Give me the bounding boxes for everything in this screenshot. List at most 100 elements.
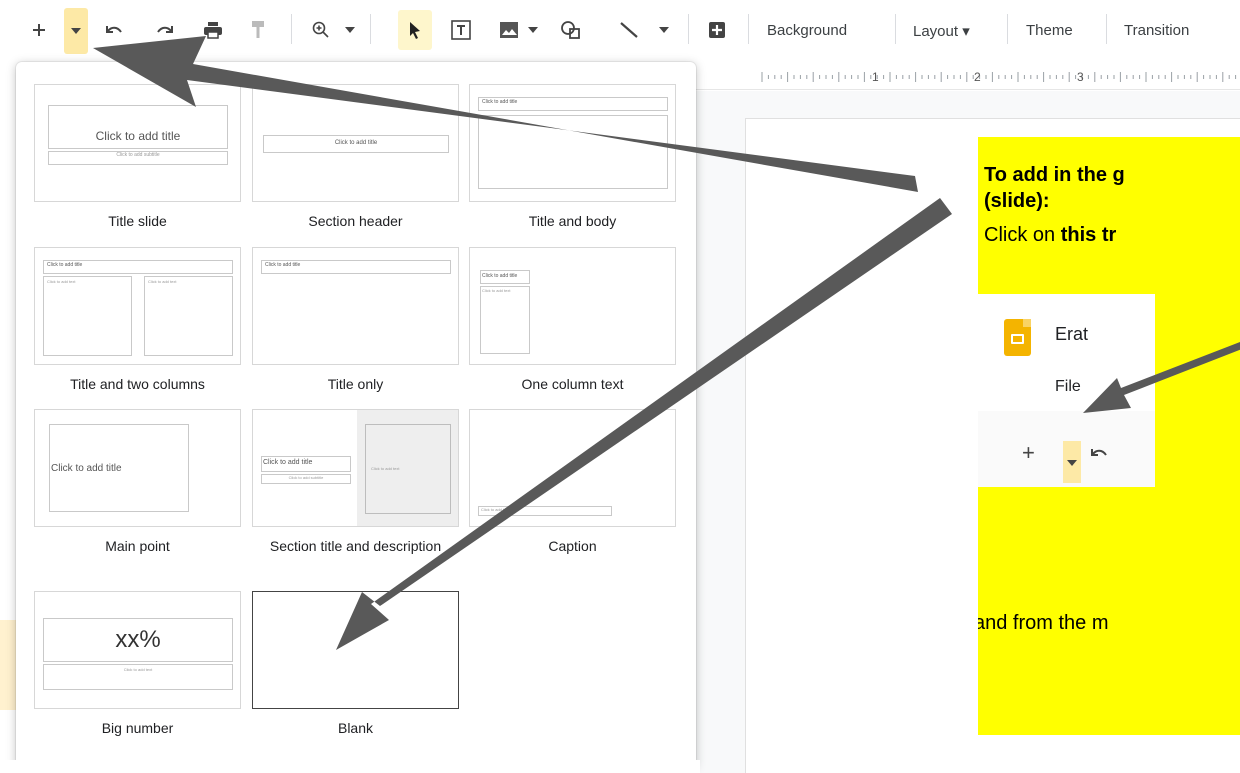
- image-dropdown-icon[interactable]: [526, 10, 540, 50]
- callout-instruction: Click on this tr: [984, 224, 1116, 247]
- layout-thumbnail: Click to add text Click to add title Cli…: [252, 409, 459, 527]
- layout-thumbnail: xx% Click to add text: [34, 591, 241, 709]
- subtitle-placeholder-text: Click to add subtitle: [288, 475, 324, 480]
- transition-button[interactable]: Transition: [1124, 22, 1189, 39]
- column-placeholder-text: Click to add text: [148, 279, 177, 284]
- callout-heading-line-2: (slide):: [984, 190, 1050, 212]
- layout-label: Section header: [308, 213, 403, 229]
- instruction-callout: To add in the g (slide): Click on this t…: [978, 137, 1240, 735]
- inset-document-name: Erat: [1055, 324, 1089, 344]
- callout-followup: and from the m: [978, 612, 1109, 634]
- layout-option-section-header[interactable]: Click to add title Section header: [252, 84, 459, 229]
- layout-button[interactable]: Layout ▾: [913, 22, 970, 40]
- layout-option-caption[interactable]: Click to add text Caption: [469, 409, 676, 554]
- zoom-dropdown-icon[interactable]: [342, 10, 358, 50]
- layout-option-one-column-text[interactable]: Click to add title Click to add text One…: [469, 247, 676, 392]
- title-placeholder-text: Click to add title: [47, 262, 83, 268]
- line-dropdown-icon[interactable]: [656, 10, 672, 50]
- toolbar-divider: [1106, 14, 1107, 44]
- title-placeholder-text: Click to add title: [265, 262, 301, 268]
- shape-icon[interactable]: [556, 10, 586, 50]
- layout-thumbnail: Click to add text: [469, 409, 676, 527]
- text-placeholder-text: Click to add text: [371, 466, 400, 471]
- body-placeholder: [478, 115, 668, 189]
- inset-plus-icon: +: [1022, 440, 1035, 465]
- menu-bottom-edge: [0, 760, 700, 773]
- redo-icon[interactable]: [152, 10, 178, 50]
- layout-label: Main point: [105, 538, 170, 554]
- image-icon[interactable]: [494, 10, 524, 50]
- layout-label: Section title and description: [269, 538, 442, 554]
- layout-label: Caption: [548, 538, 597, 554]
- column-placeholder: [43, 276, 132, 356]
- comment-icon[interactable]: [702, 10, 732, 50]
- layout-thumbnail: Click to add title Click to add text Cli…: [34, 247, 241, 365]
- line-icon[interactable]: [614, 10, 644, 50]
- toolbar-divider: [291, 14, 292, 44]
- toolbar: Background Layout ▾ Theme Transition: [0, 0, 1240, 64]
- layout-thumbnail: Click to add title: [34, 409, 241, 527]
- toolbar-divider: [688, 14, 689, 44]
- ruler-mark-2: 2: [974, 70, 981, 84]
- layout-thumbnail: Click to add title: [252, 84, 459, 202]
- title-placeholder-text: Click to add title: [482, 99, 518, 105]
- body-placeholder-text: Click to add text: [123, 667, 153, 672]
- layout-option-title-only[interactable]: Click to add title Title only: [252, 247, 459, 392]
- callout-heading: To add in the g (slide):: [984, 162, 1240, 214]
- layout-option-main-point[interactable]: Click to add title Main point: [34, 409, 241, 554]
- horizontal-ruler: 1 2 3: [696, 64, 1240, 90]
- callout-instruction-prefix: Click on: [984, 224, 1061, 246]
- select-cursor-icon[interactable]: [398, 10, 432, 50]
- layout-option-big-number[interactable]: xx% Click to add text Big number: [34, 591, 241, 736]
- layout-thumbnail: [252, 591, 459, 709]
- callout-instruction-bold: this tr: [1060, 224, 1117, 246]
- title-placeholder-text: Click to add title: [51, 463, 122, 474]
- layout-thumbnail: Click to add title: [252, 247, 459, 365]
- callout-heading-line-1: To add in the g: [984, 164, 1125, 186]
- zoomed-toolbar-inset: Erat File +: [978, 294, 1155, 487]
- layout-menu: Click to add title Click to add subtitle…: [16, 62, 696, 768]
- layout-label: Blank: [337, 720, 374, 736]
- ruler-mark-1: 1: [872, 70, 879, 84]
- background-button[interactable]: Background: [767, 22, 847, 39]
- layout-label: One column text: [521, 376, 624, 392]
- title-placeholder-text: Click to add title: [263, 459, 313, 466]
- column-placeholder: [144, 276, 233, 356]
- layout-option-title-and-two-columns[interactable]: Click to add title Click to add text Cli…: [34, 247, 241, 392]
- layout-option-blank[interactable]: Blank: [252, 591, 459, 736]
- toolbar-divider: [1007, 14, 1008, 44]
- plus-icon[interactable]: [26, 10, 52, 50]
- layout-option-title-slide[interactable]: Click to add title Click to add subtitle…: [34, 84, 241, 229]
- layout-thumbnail: Click to add title Click to add subtitle: [34, 84, 241, 202]
- layout-label: Big number: [101, 720, 174, 736]
- layout-option-title-and-body[interactable]: Click to add title Title and body: [469, 84, 676, 229]
- toolbar-divider: [370, 14, 371, 44]
- layout-thumbnail: Click to add title: [469, 84, 676, 202]
- toolbar-divider: [748, 14, 749, 44]
- caption-placeholder-text: Click to add text: [481, 507, 510, 512]
- toolbar-divider: [895, 14, 896, 44]
- print-icon[interactable]: [198, 10, 228, 50]
- slides-logo-icon: [1004, 319, 1031, 356]
- theme-button[interactable]: Theme: [1026, 22, 1073, 39]
- ruler-ticks: [761, 72, 1237, 82]
- text-box-icon[interactable]: [446, 10, 476, 50]
- paint-format-icon[interactable]: [244, 10, 272, 50]
- zoom-icon[interactable]: [306, 10, 336, 50]
- title-placeholder-text: Click to add title: [334, 140, 378, 146]
- layout-label: Title and two columns: [70, 376, 205, 392]
- inset-chevron-down-icon: [1063, 441, 1081, 483]
- undo-icon[interactable]: [100, 10, 128, 50]
- layout-option-section-title-and-description[interactable]: Click to add text Click to add title Cli…: [252, 409, 459, 554]
- inset-file-menu: File: [1055, 378, 1081, 395]
- layout-label: Title and body: [528, 213, 617, 229]
- inset-undo-icon: [1090, 446, 1108, 465]
- number-placeholder-text: xx%: [115, 626, 161, 653]
- body-placeholder: [480, 286, 530, 354]
- layout-label: Title slide: [108, 213, 167, 229]
- title-placeholder-text: Click to add title: [482, 273, 518, 279]
- body-placeholder-text: Click to add text: [482, 288, 511, 293]
- layout-thumbnail: Click to add title Click to add text: [469, 247, 676, 365]
- chevron-down-icon[interactable]: [64, 8, 88, 54]
- column-placeholder-text: Click to add text: [47, 279, 76, 284]
